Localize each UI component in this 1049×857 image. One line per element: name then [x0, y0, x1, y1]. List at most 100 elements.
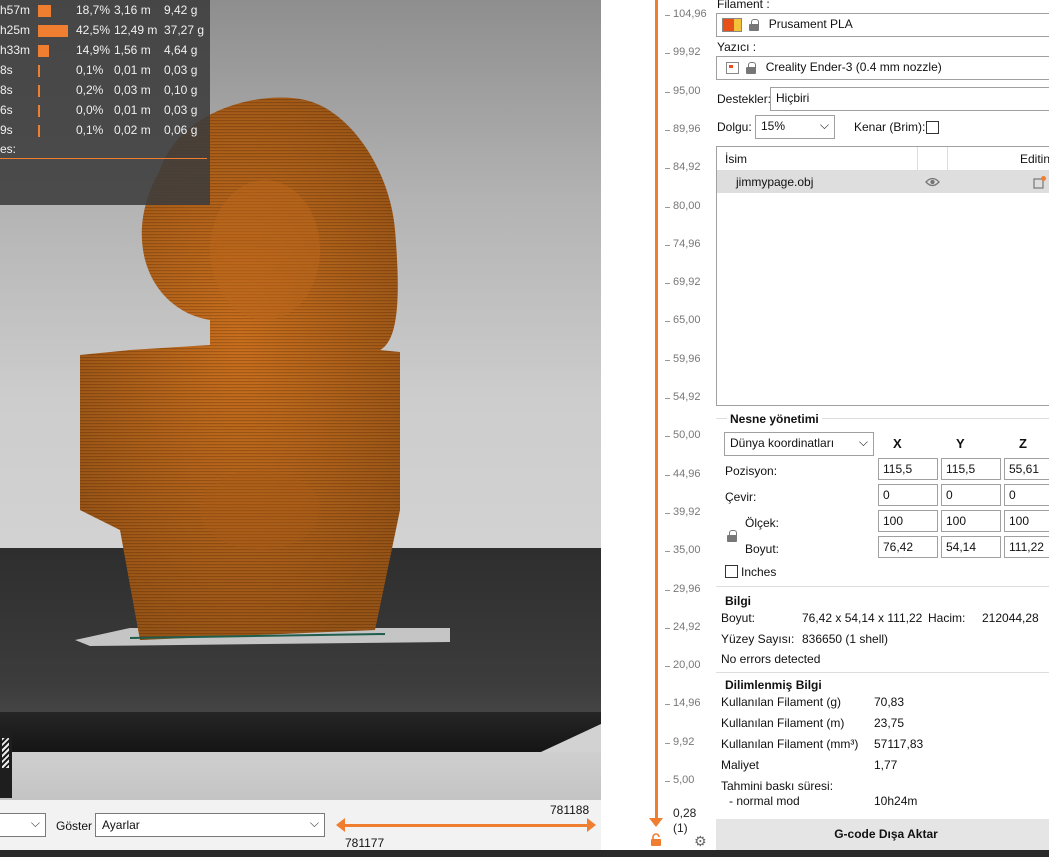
layer-tick [665, 206, 670, 208]
stats-time: 8s [0, 83, 13, 97]
show-select[interactable]: Ayarlar ⌵ [95, 813, 325, 837]
position-x-input[interactable]: 115,5 [878, 458, 938, 480]
layer-tick [665, 704, 670, 706]
edit-settings-icon[interactable] [1033, 175, 1047, 189]
column-edit[interactable]: Editin [1020, 152, 1049, 166]
layer-height-label: 84,92 [673, 161, 701, 174]
info-facets-value: 836650 (1 shell) [802, 632, 889, 646]
filament-m-label: Kullanılan Filament (m) [721, 716, 845, 730]
layer-bottom-count: (1) [673, 821, 688, 835]
filament-label: Filament : [717, 0, 770, 11]
legend-toggle-icon[interactable] [0, 728, 12, 798]
filament-mm3-value: 57117,83 [874, 737, 924, 751]
stats-row: h33m 14,9% 1,56 m 4,64 g [0, 43, 210, 61]
printer-label: Yazıcı : [717, 40, 757, 54]
layer-height-label: 95,00 [673, 84, 701, 97]
printer-value: Creality Ender-3 (0.4 mm nozzle) [765, 60, 942, 74]
brim-checkbox[interactable] [926, 121, 939, 134]
filament-g-value: 70,83 [874, 695, 905, 709]
stats-percent: 0,2% [76, 83, 104, 97]
layer-height-label: 29,96 [673, 582, 701, 595]
position-z-input[interactable]: 55,61 [1004, 458, 1049, 480]
rotate-z-input[interactable]: 0 [1004, 484, 1049, 506]
object-list[interactable]: İsim Editin jimmypage.obj [716, 146, 1049, 406]
rotate-x-input[interactable]: 0 [878, 484, 938, 506]
stats-weight: 0,06 g [164, 123, 198, 137]
info-volume-value: 212044,28 [982, 611, 1039, 625]
scale-z-input[interactable]: 100 [1004, 510, 1049, 532]
filament-m-value: 23,75 [874, 716, 905, 730]
layer-tick [665, 283, 670, 285]
supports-select[interactable]: Hiçbiri [770, 87, 1049, 111]
sliced-info-title: Dilimlenmiş Bilgi [725, 678, 822, 692]
printer-select[interactable]: Creality Ender-3 (0.4 mm nozzle) [716, 56, 1049, 80]
inches-label: Inches [741, 565, 777, 579]
infill-select[interactable]: 15% ⌵ [755, 115, 835, 139]
3d-viewport[interactable]: h57m 18,7% 3,16 m 9,42 g h25m 42,5% 12,49 m 37,… [0, 0, 601, 800]
stats-bar [38, 105, 40, 117]
column-name[interactable]: İsim [725, 152, 747, 166]
layer-tick [665, 474, 670, 476]
stats-time: h25m [0, 23, 31, 37]
size-x-input[interactable]: 76,42 [878, 536, 938, 558]
size-z-input[interactable]: 111,22 [1004, 536, 1049, 558]
stats-divider [0, 158, 207, 159]
layer-slider-track[interactable] [655, 0, 658, 818]
slider-right-handle[interactable] [587, 818, 596, 832]
position-label: Pozisyon: [725, 464, 778, 478]
eye-icon[interactable] [925, 176, 940, 188]
unlock-icon[interactable] [650, 833, 662, 847]
horizontal-move-slider[interactable] [340, 824, 592, 827]
stats-length: 3,16 m [114, 3, 151, 17]
layer-height-label: 44,96 [673, 467, 701, 480]
info-size-value: 76,42 x 54,14 x 111,22 [802, 611, 923, 625]
scale-lock-icon[interactable] [727, 530, 737, 542]
layer-tick [665, 666, 670, 668]
filament-mm3-label: Kullanılan Filament (mm³) [721, 737, 859, 751]
export-gcode-button[interactable]: G-code Dışa Aktar [716, 819, 1049, 850]
object-row[interactable]: jimmypage.obj [717, 171, 1049, 193]
layer-height-label: 50,00 [673, 429, 701, 442]
show-select-value: Ayarlar [102, 818, 140, 832]
lock-icon [746, 61, 757, 74]
gear-icon[interactable]: ⚙ [694, 833, 707, 850]
stats-bar [38, 65, 40, 77]
filament-select[interactable]: Prusament PLA [716, 13, 1049, 37]
position-y-input[interactable]: 115,5 [941, 458, 1001, 480]
layer-height-label: 9,92 [673, 735, 695, 748]
separator [716, 586, 1049, 587]
rotate-y-input[interactable]: 0 [941, 484, 1001, 506]
layer-tick [665, 512, 670, 514]
stats-footer-label: es: [0, 142, 17, 156]
info-title: Bilgi [725, 594, 751, 608]
stats-time: h33m [0, 43, 31, 57]
normal-mode-value: 10h24m [874, 794, 918, 808]
object-list-header: İsim Editin [717, 147, 1049, 171]
stats-time: 9s [0, 123, 13, 137]
stats-percent: 14,9% [76, 43, 111, 57]
slider-left-handle[interactable] [336, 818, 345, 832]
layer-slider-lower-handle[interactable] [649, 818, 663, 827]
size-y-input[interactable]: 54,14 [941, 536, 1001, 558]
filament-color-swatch [722, 17, 742, 32]
stats-row: 8s 0,2% 0,03 m 0,10 g [0, 83, 210, 101]
layer-height-label: 39,92 [673, 505, 701, 518]
scale-y-input[interactable]: 100 [941, 510, 1001, 532]
separator [716, 672, 1049, 673]
layer-tick [665, 742, 670, 744]
view-type-select[interactable]: ⌵ [0, 813, 46, 837]
scale-x-input[interactable]: 100 [878, 510, 938, 532]
stats-row: 6s 0,0% 0,01 m 0,03 g [0, 103, 210, 121]
stats-row: 9s 0,1% 0,02 m 0,06 g [0, 123, 210, 141]
stats-time: h57m [0, 3, 31, 17]
stats-length: 0,03 m [114, 83, 151, 97]
coordinate-system-select[interactable]: Dünya koordinatları ⌵ [724, 432, 874, 456]
stats-row: h57m 18,7% 3,16 m 9,42 g [0, 3, 210, 21]
chevron-down-icon: ⌵ [819, 118, 829, 132]
object-name: jimmypage.obj [736, 175, 814, 189]
stats-percent: 42,5% [76, 23, 111, 37]
status-strip [0, 850, 1049, 857]
layer-height-label: 20,00 [673, 659, 701, 672]
axis-x-header: X [893, 436, 902, 451]
inches-checkbox[interactable] [725, 565, 738, 578]
